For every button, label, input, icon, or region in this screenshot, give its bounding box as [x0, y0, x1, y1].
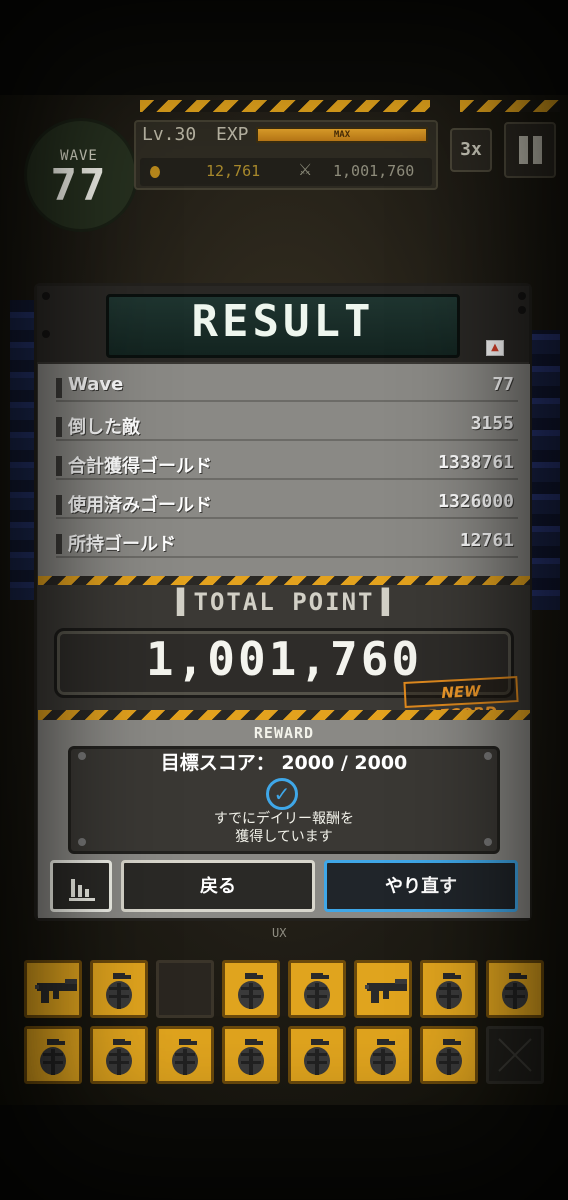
inventory-slot-rifle[interactable]: [24, 960, 82, 1018]
stat-label: 倒した敵: [68, 417, 140, 438]
stat-bullet: [56, 495, 62, 515]
coin-icon: [150, 166, 160, 178]
inventory-slot-grenade[interactable]: [420, 1026, 478, 1084]
stat-value: 12761: [459, 530, 514, 551]
total-point-label: ▌TOTAL POINT▐: [177, 588, 391, 616]
inventory-slot-grenade[interactable]: [222, 1026, 280, 1084]
result-title: RESULT: [191, 296, 375, 347]
exp-label: EXP: [216, 124, 249, 145]
grenade-icon: [304, 973, 330, 1009]
inventory-slot-grenade[interactable]: [288, 960, 346, 1018]
inventory-slot-grenade[interactable]: [90, 1026, 148, 1084]
wave-number: 77: [50, 160, 108, 211]
grenade-icon: [304, 1039, 330, 1075]
pause-icon-bar: [533, 136, 542, 164]
inventory-slot-grenade[interactable]: [156, 1026, 214, 1084]
reward-title: REWARD: [253, 724, 315, 742]
stat-bullet: [56, 378, 62, 398]
rivet: [42, 330, 50, 338]
rivet: [518, 306, 526, 314]
grenade-icon: [502, 973, 528, 1009]
exp-max-label: MAX: [333, 130, 351, 140]
grenade-icon: [436, 973, 462, 1009]
stat-bullet: [56, 456, 62, 476]
hud-point-value: 1,001,760: [333, 162, 415, 180]
grenade-icon: [40, 1039, 66, 1075]
pause-icon-bar: [519, 136, 528, 164]
stat-label: 所持ゴールド: [68, 534, 176, 555]
stat-bullet: [56, 534, 62, 554]
stat-row-used-gold: 使用済みゴールド 1326000: [56, 489, 518, 519]
grenade-icon: [106, 973, 132, 1009]
stat-value: 3155: [470, 413, 514, 434]
stat-row-enemies: 倒した敵 3155: [56, 411, 518, 441]
stat-row-total-gold: 合計獲得ゴールド 1338761: [56, 450, 518, 480]
crossed-swords-icon: ⚔: [298, 160, 313, 179]
stat-value: 1326000: [438, 491, 514, 512]
exp-bar: MAX: [256, 127, 428, 143]
inventory-slot-grenade[interactable]: [354, 1026, 412, 1084]
grenade-icon: [436, 1039, 462, 1075]
rifle-icon: [35, 979, 77, 1003]
grenade-icon: [370, 1039, 396, 1075]
stat-label: 使用済みゴールド: [68, 495, 212, 516]
stat-row-wave: Wave 77: [56, 372, 518, 402]
rivet: [42, 292, 50, 300]
inventory-label: UX: [272, 926, 287, 940]
retry-button[interactable]: やり直す: [324, 860, 518, 912]
inventory-slot-empty[interactable]: [486, 1026, 544, 1084]
reward-message-line: すでにデイリー報酬を: [213, 811, 355, 827]
inventory-slot-grenade[interactable]: [288, 1026, 346, 1084]
stat-label: Wave: [68, 374, 124, 395]
level-text: Lv.30: [142, 124, 197, 145]
reward-message-line: 獲得しています: [235, 829, 333, 845]
stat-value: 77: [492, 374, 514, 395]
hazard-stripe: [38, 710, 530, 720]
empty-slot-icon: [498, 1038, 532, 1072]
grenade-icon: [238, 1039, 264, 1075]
back-button[interactable]: 戻る: [121, 860, 315, 912]
pause-button[interactable]: [504, 122, 556, 178]
stat-value: 1338761: [438, 452, 514, 473]
grenade-icon: [238, 973, 264, 1009]
background-building-right: [530, 330, 560, 610]
warning-icon: ▲: [486, 340, 504, 356]
hud-hazard-stripe-right: [460, 100, 560, 112]
speed-button[interactable]: 3x: [450, 128, 492, 172]
total-point-value: 1,001,760: [145, 632, 423, 686]
inventory-slot-grenade[interactable]: [486, 960, 544, 1018]
hud-gold-value: 12,761: [206, 162, 261, 180]
inventory-slot-grenade[interactable]: [24, 1026, 82, 1084]
inventory-slot-grenade[interactable]: [90, 960, 148, 1018]
stat-bullet: [56, 417, 62, 437]
stats-button[interactable]: [50, 860, 112, 912]
inventory-slot-empty-dark[interactable]: [156, 960, 214, 1018]
grenade-icon: [106, 1039, 132, 1075]
target-score: 目標スコア： 2000 / 2000: [160, 752, 408, 774]
rivet: [518, 292, 526, 300]
reward-message: すでにデイリー報酬を 獲得しています: [68, 810, 500, 846]
stat-label: 合計獲得ゴールド: [68, 456, 212, 477]
check-circle-icon: ✓: [266, 778, 298, 810]
hud-hazard-stripe: [140, 100, 430, 112]
inventory-slot-grenade[interactable]: [222, 960, 280, 1018]
grenade-icon: [172, 1039, 198, 1075]
inventory-slot-grenade[interactable]: [420, 960, 478, 1018]
stat-row-held-gold: 所持ゴールド 12761: [56, 528, 518, 558]
inventory-slot-rifle[interactable]: [354, 960, 412, 1018]
rifle-icon: [365, 979, 407, 1003]
bar-chart-icon: [69, 875, 95, 901]
